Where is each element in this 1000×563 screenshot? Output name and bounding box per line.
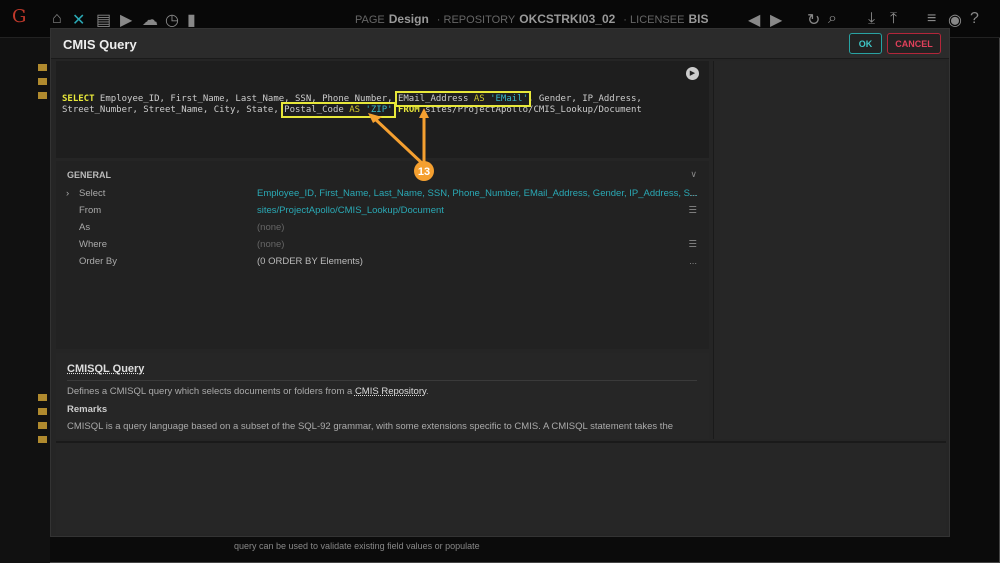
help-description: Defines a CMISQL query which selects doc… [67,386,429,398]
archive-icon[interactable]: ▤ [96,10,111,30]
background-text: query can be used to validate existing f… [234,541,480,551]
property-value[interactable]: (0 ORDER BY Elements) [257,256,363,267]
cmis-repository-link[interactable]: CMIS Repository [355,386,426,397]
divider [67,380,697,381]
sql-field: EMail_Address [397,94,469,104]
bottom-panel [56,441,946,534]
property-value[interactable]: (none) [257,239,284,250]
help-panel: CMISQL Query Defines a CMISQL query whic… [56,353,709,439]
sql-fields: Employee_ID, First_Name, Last_Name, SSN,… [94,94,398,104]
sql-editor[interactable]: ▶ SELECT Employee_ID, First_Name, Last_N… [56,61,709,158]
user-icon[interactable]: ◉ [948,10,962,30]
help-text: Defines a CMISQL query which selects doc… [67,386,355,397]
property-label: As [79,222,91,233]
right-pane [713,61,946,439]
property-value[interactable]: sites/ProjectApollo/CMIS_Lookup/Document [257,205,444,216]
run-query-icon[interactable]: ▶ [686,67,699,80]
property-row-select[interactable]: › Select Employee_ID, First_Name, Last_Nam… [56,188,709,205]
page-label: PAGE [355,14,385,26]
sql-keyword: SELECT [62,94,95,104]
sql-alias: 'EMail' [490,94,529,104]
folder-icon[interactable] [38,78,47,85]
run-icon[interactable]: ▶ [120,10,132,30]
dialog-title: CMIS Query [63,37,137,52]
ok-button[interactable]: OK [849,33,882,54]
folder-icon[interactable] [38,92,47,99]
email-highlight: EMail_Address AS 'EMail' [394,91,532,107]
more-icon[interactable]: ... [689,256,697,267]
schedule-icon[interactable]: ◷ [165,10,179,30]
property-row-where[interactable]: Where (none) ☰ [56,239,709,256]
folder-icon[interactable] [38,436,47,443]
property-label: Select [79,188,106,199]
remarks-text: CMISQL is a query language based on a su… [67,421,674,432]
licensee-label: LICENSEE [630,14,685,26]
project-tree [0,38,50,563]
property-row-as[interactable]: As (none) [56,222,709,239]
licensee-value: BIS [688,12,709,26]
database-icon[interactable]: ≡ [927,10,936,28]
sql-path: sites/ProjectApollo/CMIS_Lookup/Document [425,105,642,115]
repository-value: OKCSTRKI03_02 [519,12,616,26]
sql-field: Postal_Code [284,105,344,115]
repository-label: REPOSITORY [443,14,516,26]
page-value: Design [388,12,429,26]
cloud-upload-icon[interactable]: ☁ [142,10,158,30]
property-label: From [79,205,102,216]
remarks-heading: Remarks [67,404,108,415]
sql-keyword: AS [473,94,485,104]
property-row-order-by[interactable]: Order By (0 ORDER BY Elements)... [56,256,709,273]
help-title: CMISQL Query [67,363,145,375]
property-value[interactable]: Employee_ID, First_Name, Last_Name, SSN,… [257,188,698,199]
expand-icon[interactable]: › [66,188,69,199]
more-icon[interactable]: ... [689,188,697,199]
cancel-button[interactable]: CANCEL [887,33,941,54]
dialog-header: CMIS Query OK CANCEL [51,29,949,59]
property-label: Where [79,239,107,250]
chart-icon[interactable]: ▮ [187,10,196,30]
download-icon[interactable]: ⤓ [868,10,875,28]
menu-icon[interactable]: ☰ [688,205,697,216]
menu-icon[interactable]: ☰ [688,239,697,250]
collapse-icon[interactable]: ∨ [690,169,697,180]
property-label: Order By [79,256,118,267]
cmis-query-dialog: CMIS Query OK CANCEL ▶ SELECT Employee_I… [50,28,950,537]
property-row-from[interactable]: From sites/ProjectApollo/CMIS_Lookup/Docu… [56,205,709,222]
sql-text[interactable]: SELECT Employee_ID, First_Name, Last_Nam… [62,91,642,118]
folder-icon[interactable] [38,394,47,401]
zip-highlight: Postal_Code AS 'ZIP' [281,102,396,118]
tools-icon[interactable]: ✕ [72,10,85,30]
upload-icon[interactable]: ⤒ [890,10,897,28]
sql-fields: , Gender, IP_Address, [528,94,642,104]
help-icon[interactable]: ? [970,10,979,28]
search-icon[interactable]: ⌕ [828,10,837,28]
home-icon[interactable]: ⌂ [52,10,62,28]
help-text: . [426,386,429,397]
folder-icon[interactable] [38,408,47,415]
sql-fields: Street_Number, Street_Name, City, State, [62,105,285,115]
app-logo-icon: G [12,6,27,27]
property-value[interactable]: (none) [257,222,284,233]
general-properties: GENERAL ∨ › Select Employee_ID, First_Name… [56,161,709,349]
sql-keyword: FROM [397,105,420,115]
refresh-icon[interactable]: ↻ [807,10,820,30]
forward-icon[interactable]: ▶ [770,10,782,30]
general-header: GENERAL [67,170,112,180]
folder-icon[interactable] [38,64,47,71]
sql-keyword: AS [349,105,361,115]
sql-alias: 'ZIP' [365,105,393,115]
folder-icon[interactable] [38,422,47,429]
back-icon[interactable]: ◀ [748,10,760,30]
breadcrumb: PAGE Design · REPOSITORY OKCSTRKI03_02 · LIC… [355,12,709,26]
